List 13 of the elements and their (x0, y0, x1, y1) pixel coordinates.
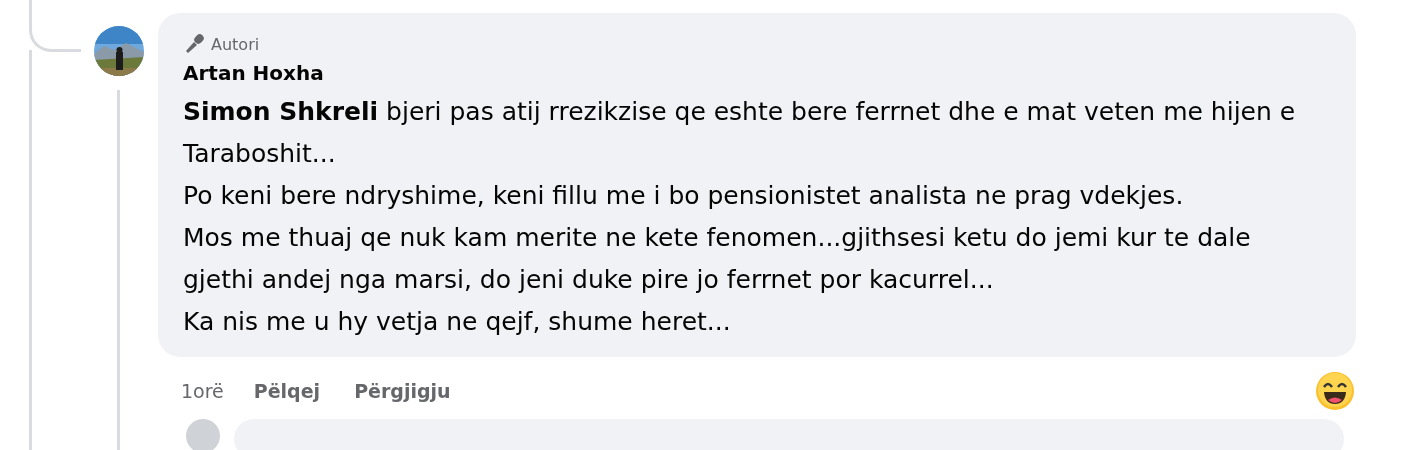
avatar-icon (186, 419, 220, 450)
timestamp[interactable]: 1orë (181, 380, 224, 402)
laughing-emoji-icon[interactable] (1315, 371, 1355, 411)
action-button[interactable]: Përgjigju (354, 380, 451, 402)
comment-text: Po keni bere ndryshime, keni fillu me i bo pensionistet analista ne prag vdekjes. (183, 180, 1185, 212)
action-button[interactable]: Pëlqej (253, 380, 321, 402)
author-name[interactable]: Artan Hoxha (183, 61, 1296, 85)
comment-text: Mos me thuaj qe nuk kam merite ne kete fenomen...gjithsesi ketu do jemi kur te dale gjethi andej nga marsi, do jeni duke pire jo ferrnet por kacurrel... (183, 222, 1252, 296)
thread-line (29, 0, 81, 52)
microphone-icon (183, 33, 205, 55)
comment-text: Simon Shkreli bjeri pas atij rrezikzise qe eshte bere ferrnet dhe e mat veten me hijen e Taraboshit... (183, 96, 1296, 170)
author-label: Autori (211, 34, 260, 54)
comment-text: Ka nis me u hy vetja ne qejf, shume heret... (183, 306, 732, 338)
